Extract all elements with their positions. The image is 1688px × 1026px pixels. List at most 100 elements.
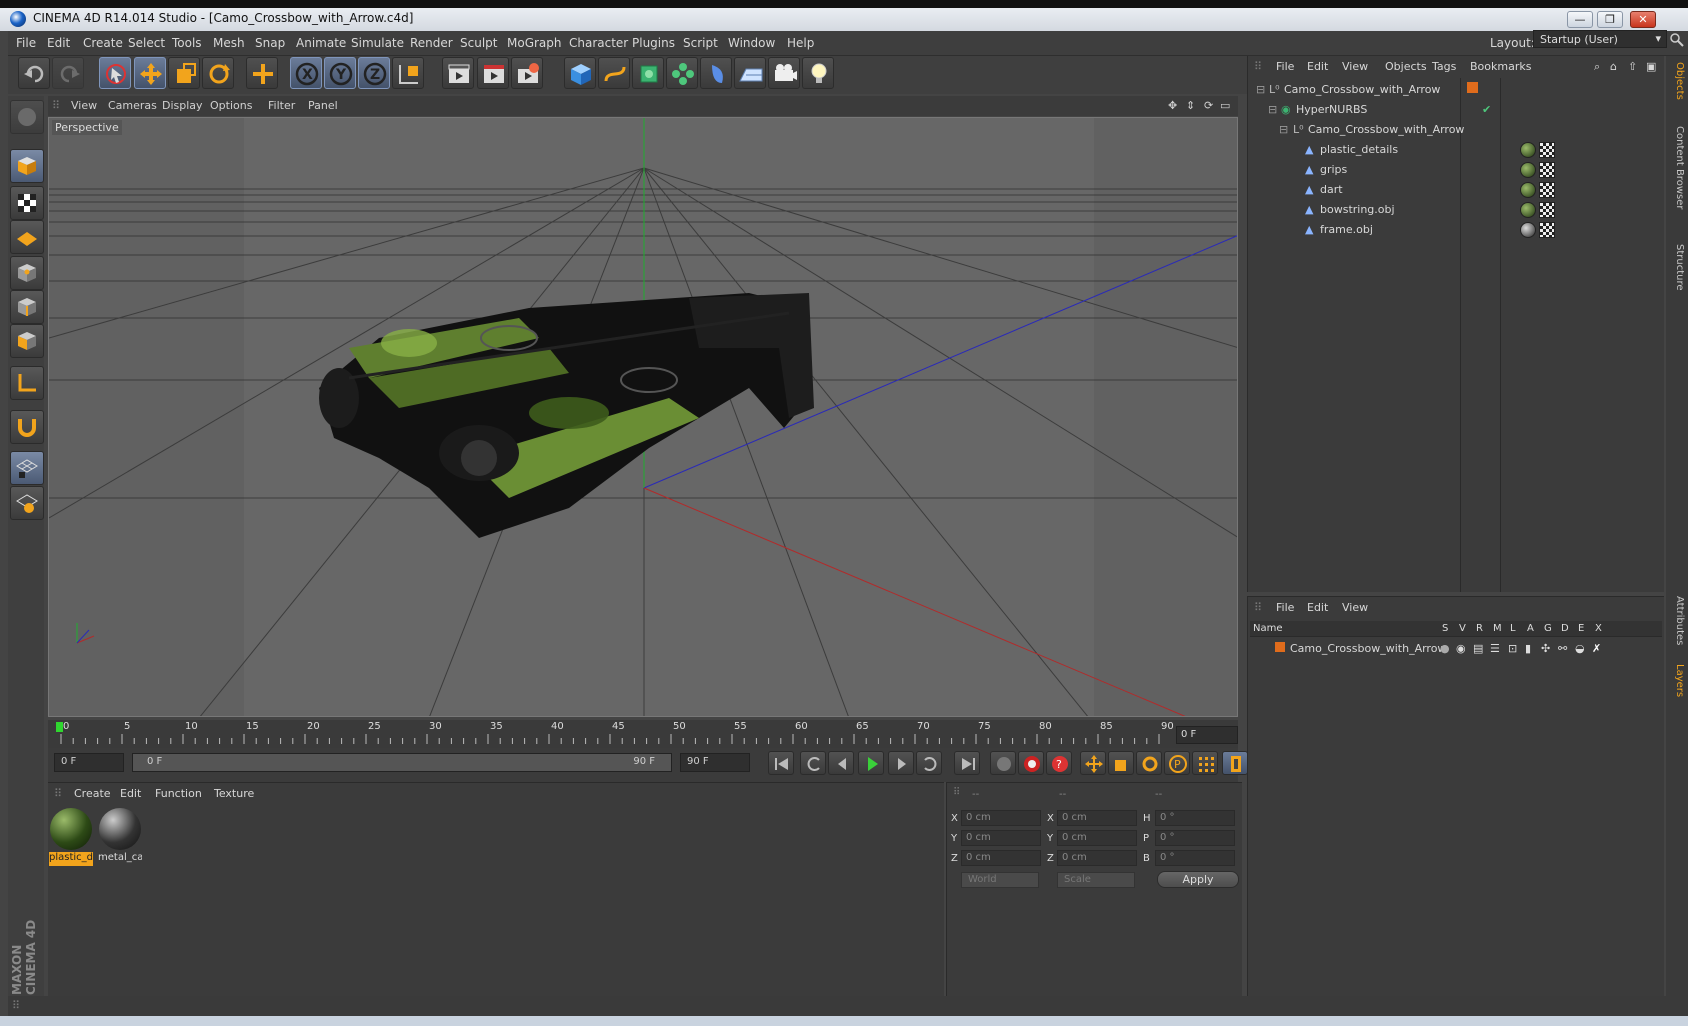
array-object-button[interactable]: [666, 57, 698, 89]
uvw-tag-icon[interactable]: [1539, 222, 1555, 238]
tree-row[interactable]: ▲ bowstring.obj: [1248, 200, 1665, 220]
previous-keyframe-button[interactable]: [800, 751, 826, 775]
locked-workplane-button[interactable]: [10, 486, 44, 520]
tab-structure[interactable]: Structure: [1669, 244, 1685, 291]
render-picture-viewer-button[interactable]: [477, 57, 509, 89]
z-axis-lock-button[interactable]: Z: [358, 57, 390, 89]
menu-sculpt[interactable]: Sculpt: [460, 36, 497, 50]
layer-menu-file[interactable]: File: [1276, 601, 1294, 614]
material-menu-create[interactable]: Create: [74, 787, 111, 800]
undo-button[interactable]: [18, 57, 50, 89]
key-rotation-button[interactable]: [1136, 751, 1162, 775]
timeline-ruler[interactable]: 0 5 10 15 20 25 30 35 40 45 50 55 60 65 70 75 80 85 90: [48, 720, 1238, 748]
rot-b-field[interactable]: 0 °: [1155, 850, 1235, 866]
viewport-menu-options[interactable]: Options: [210, 99, 252, 112]
home-icon[interactable]: ⌂: [1610, 60, 1617, 73]
current-frame-field[interactable]: 0 F: [1176, 726, 1238, 744]
render-view-button[interactable]: [442, 57, 474, 89]
end-frame-field[interactable]: 90 F: [680, 753, 750, 772]
material-swatch-metal[interactable]: [99, 808, 141, 850]
deformer-icon[interactable]: ⚯: [1558, 642, 1567, 655]
menu-help[interactable]: Help: [787, 36, 814, 50]
world-dropdown[interactable]: World: [961, 872, 1039, 888]
magnet-tool-button[interactable]: [10, 410, 44, 444]
pos-y-field[interactable]: 0 cm: [961, 830, 1041, 846]
material-menu-edit[interactable]: Edit: [120, 787, 141, 800]
tree-row[interactable]: ▲ dart: [1248, 180, 1665, 200]
redo-button[interactable]: [52, 57, 84, 89]
menu-animate[interactable]: Animate: [296, 36, 346, 50]
autokeying-button[interactable]: [1018, 751, 1044, 775]
lock-icon[interactable]: ⊡: [1508, 642, 1517, 655]
material-tag-icon[interactable]: [1520, 222, 1536, 238]
spline-pen-button[interactable]: [598, 57, 630, 89]
layer-menu-edit[interactable]: Edit: [1307, 601, 1328, 614]
enabled-check-icon[interactable]: ✔: [1482, 103, 1491, 116]
record-active-objects-button[interactable]: [990, 751, 1016, 775]
viewport-menu-cameras[interactable]: Cameras: [108, 99, 157, 112]
menu-mesh[interactable]: Mesh: [213, 36, 245, 50]
tree-row[interactable]: ⊟ L⁰ Camo_Crossbow_with_Arrow: [1248, 80, 1665, 100]
object-menu-tags[interactable]: Tags: [1432, 60, 1456, 73]
render-settings-button[interactable]: [511, 57, 543, 89]
size-x-field[interactable]: 0 cm: [1057, 810, 1137, 826]
collapse-icon[interactable]: ⊟: [1256, 83, 1265, 96]
points-mode-button[interactable]: [10, 256, 44, 290]
edges-mode-button[interactable]: [10, 290, 44, 324]
y-axis-lock-button[interactable]: Y: [324, 57, 356, 89]
render-icon[interactable]: ▤: [1473, 642, 1483, 655]
material-menu-texture[interactable]: Texture: [214, 787, 254, 800]
coordinate-system-button[interactable]: [392, 57, 424, 89]
manager-icon[interactable]: ☰: [1490, 642, 1500, 655]
close-button[interactable]: ✕: [1630, 11, 1656, 28]
viewport-menu-display[interactable]: Display: [162, 99, 203, 112]
key-scale-button[interactable]: [1108, 751, 1134, 775]
key-parameter-button[interactable]: P: [1164, 751, 1190, 775]
new-view-icon[interactable]: ▣: [1646, 60, 1656, 73]
menu-tools[interactable]: Tools: [172, 36, 202, 50]
next-keyframe-button[interactable]: [916, 751, 942, 775]
animation-icon[interactable]: ▮: [1525, 642, 1531, 655]
material-tag-icon[interactable]: [1520, 162, 1536, 178]
light-object-button[interactable]: [802, 57, 834, 89]
pos-z-field[interactable]: 0 cm: [961, 850, 1041, 866]
material-tag-icon[interactable]: [1520, 182, 1536, 198]
viewport-menu-view[interactable]: View: [71, 99, 97, 112]
polygons-mode-button[interactable]: [10, 324, 44, 358]
axis-mode-button[interactable]: [10, 366, 44, 400]
transform-tool-button[interactable]: [246, 57, 278, 89]
start-frame-field[interactable]: 0 F: [54, 753, 124, 772]
rot-p-field[interactable]: 0 °: [1155, 830, 1235, 846]
viewport-maximize-icon[interactable]: ▭: [1220, 99, 1230, 112]
key-pla-button[interactable]: [1192, 751, 1218, 775]
material-swatch-plastic[interactable]: [50, 808, 92, 850]
previous-frame-button[interactable]: [828, 751, 854, 775]
material-tag-icon[interactable]: [1520, 142, 1536, 158]
workplane-mode-button[interactable]: [10, 220, 44, 254]
collapse-icon[interactable]: ⊟: [1268, 103, 1277, 116]
camera-object-button[interactable]: [768, 57, 800, 89]
maximize-button[interactable]: ❐: [1597, 11, 1623, 28]
object-menu-file[interactable]: File: [1276, 60, 1294, 73]
snap-grid-button[interactable]: [10, 451, 44, 485]
pos-x-field[interactable]: 0 cm: [961, 810, 1041, 826]
scale-dropdown[interactable]: Scale: [1057, 872, 1135, 888]
timeline-layout-button[interactable]: [1222, 751, 1248, 775]
play-button[interactable]: [858, 751, 884, 775]
frame-range-slider[interactable]: 0 F 90 F: [132, 753, 672, 772]
object-menu-edit[interactable]: Edit: [1307, 60, 1328, 73]
menu-select[interactable]: Select: [128, 36, 165, 50]
menu-create[interactable]: Create: [83, 36, 123, 50]
go-to-start-button[interactable]: [768, 751, 794, 775]
menu-file[interactable]: File: [16, 36, 36, 50]
object-menu-objects[interactable]: Objects: [1385, 60, 1427, 73]
tree-row[interactable]: ▲ frame.obj: [1248, 220, 1665, 240]
layer-row[interactable]: Camo_Crossbow_with_Arrow ● ◉ ▤ ☰ ⊡ ▮ ✣ ⚯…: [1248, 639, 1665, 659]
go-to-end-button[interactable]: [954, 751, 980, 775]
move-tool-button[interactable]: [134, 57, 166, 89]
deformer-button[interactable]: [700, 57, 732, 89]
minimize-button[interactable]: —: [1567, 11, 1593, 28]
size-y-field[interactable]: 0 cm: [1057, 830, 1137, 846]
material-menu-function[interactable]: Function: [155, 787, 202, 800]
viewport-menu-panel[interactable]: Panel: [308, 99, 338, 112]
